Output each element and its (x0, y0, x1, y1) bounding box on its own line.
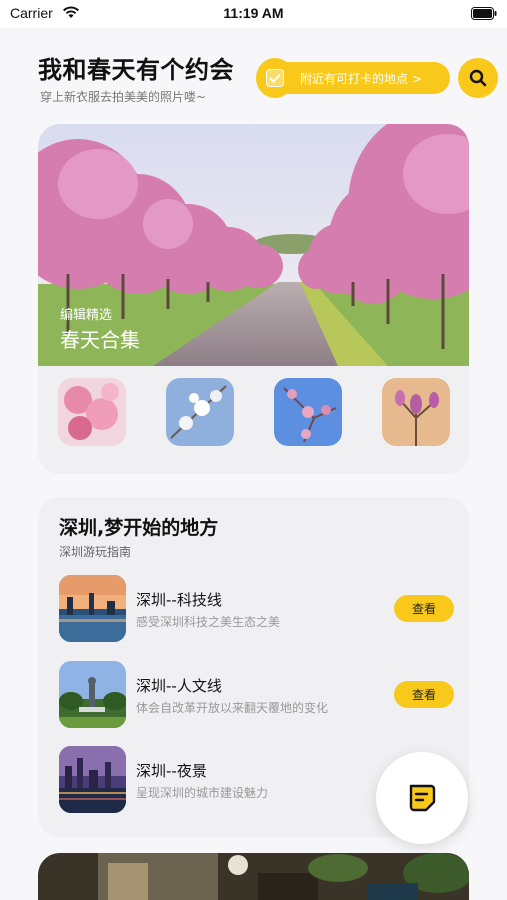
culture-route-image (59, 661, 126, 728)
notes-fab-button[interactable] (376, 752, 468, 844)
magnolia-thumbnail[interactable] (382, 378, 450, 446)
app-screen: Carrier 11:19 AM 我和春天有个约会 穿上新衣服去拍美美的照片喽~… (0, 0, 507, 900)
route-item-tech[interactable]: 深圳--科技线 感受深圳科技之美生态之美 查看 (59, 575, 459, 643)
white-blossom-thumbnail[interactable] (166, 378, 234, 446)
view-tech-route-button[interactable]: 查看 (394, 595, 454, 622)
blue-sky-blossom-thumbnail[interactable] (274, 378, 342, 446)
spring-collection-title: 春天合集 (60, 328, 140, 352)
page-title: 我和春天有个约会 (38, 56, 234, 84)
route-name: 深圳--夜景 (136, 762, 207, 780)
route-description: 呈现深圳的城市建设魅力 (136, 786, 269, 800)
nearby-checkin-button[interactable]: 附近有可打卡的地点 > (256, 58, 450, 98)
nearby-checkin-label: 附近有可打卡的地点 > (300, 72, 422, 86)
editor-pick-tag: 编辑精选 (60, 308, 113, 323)
status-time: 11:19 AM (223, 5, 284, 21)
route-item-culture[interactable]: 深圳--人文线 体会自改革开放以来翻天覆地的变化 查看 (59, 661, 459, 729)
page-subtitle: 穿上新衣服去拍美美的照片喽~ (40, 90, 207, 104)
checkin-badge (256, 58, 294, 98)
route-description: 感受深圳科技之美生态之美 (136, 615, 281, 629)
guide-title: 深圳,梦开始的地方 (59, 517, 219, 539)
spring-collection-card[interactable]: 编辑精选 春天合集 (38, 124, 469, 474)
note-icon (409, 784, 436, 812)
view-culture-route-button[interactable]: 查看 (394, 681, 454, 708)
battery-icon (471, 7, 497, 20)
night-view-route-image (59, 746, 126, 813)
cafe-photo-card[interactable] (38, 853, 469, 900)
status-bar: Carrier 11:19 AM (0, 0, 507, 28)
tech-route-image (59, 575, 126, 642)
route-description: 体会自改革开放以来翻天覆地的变化 (136, 701, 329, 715)
search-button[interactable] (458, 58, 498, 98)
checkbox-icon (266, 69, 284, 87)
cherry-blossom-thumbnail[interactable] (58, 378, 126, 446)
route-name: 深圳--科技线 (136, 591, 222, 609)
search-icon (469, 69, 487, 87)
route-name: 深圳--人文线 (136, 677, 222, 695)
cafe-photo-image (38, 853, 469, 900)
guide-subtitle: 深圳游玩指南 (59, 545, 132, 559)
